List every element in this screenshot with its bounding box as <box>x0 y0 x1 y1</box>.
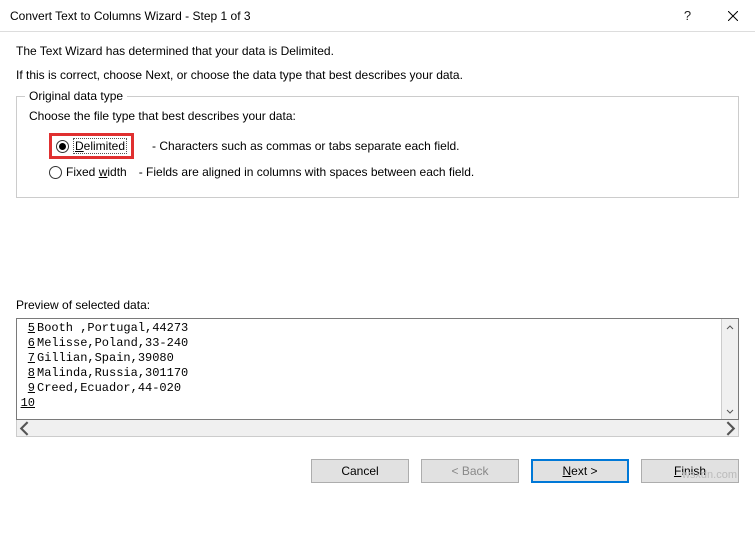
back-button[interactable]: < Back <box>421 459 519 483</box>
preview-line: 6Melisse,Poland,33-240 <box>17 336 721 351</box>
chevron-down-icon <box>726 407 734 415</box>
fixed-width-row: Fixed width - Fields are aligned in colu… <box>49 165 726 179</box>
preview-line-number: 5 <box>17 321 37 336</box>
close-button[interactable] <box>710 0 755 32</box>
scroll-right-button[interactable] <box>721 420 738 436</box>
preview-line-number: 10 <box>17 396 37 411</box>
next-button[interactable]: Next > <box>531 459 629 483</box>
vertical-scrollbar[interactable] <box>721 319 738 419</box>
intro-text-1: The Text Wizard has determined that your… <box>16 44 739 58</box>
intro-text-2: If this is correct, choose Next, or choo… <box>16 68 739 82</box>
delimited-desc: - Characters such as commas or tabs sepa… <box>152 139 459 153</box>
horizontal-scrollbar[interactable] <box>16 420 739 437</box>
scroll-up-button[interactable] <box>722 319 738 336</box>
preview-line: 9Creed,Ecuador,44-020 <box>17 381 721 396</box>
preview-line: 5Booth ,Portugal,44273 <box>17 321 721 336</box>
preview-line: 10 <box>17 396 721 411</box>
preview-line-text: Gillian,Spain,39080 <box>37 351 174 366</box>
fixed-width-desc: - Fields are aligned in columns with spa… <box>139 165 475 179</box>
fixed-width-radio[interactable] <box>49 166 62 179</box>
preview-line-number: 6 <box>17 336 37 351</box>
group-label: Original data type <box>25 89 127 103</box>
chevron-right-icon <box>721 420 738 437</box>
delimited-label[interactable]: Delimited <box>73 138 127 154</box>
delimited-highlight: Delimited <box>49 133 134 159</box>
preview-line-number: 9 <box>17 381 37 396</box>
delimited-row: Delimited - Characters such as commas or… <box>49 133 726 159</box>
original-data-type-group: Original data type Choose the file type … <box>16 96 739 198</box>
scroll-down-button[interactable] <box>722 402 738 419</box>
titlebar: Convert Text to Columns Wizard - Step 1 … <box>0 0 755 32</box>
preview-label: Preview of selected data: <box>16 298 739 312</box>
button-bar: Cancel < Back Next > Finish <box>0 447 755 483</box>
preview-content: 5Booth ,Portugal,442736Melisse,Poland,33… <box>17 319 721 419</box>
preview-line-text: Melisse,Poland,33-240 <box>37 336 188 351</box>
watermark: wsxdn.com <box>682 469 737 481</box>
preview-line: 8Malinda,Russia,301170 <box>17 366 721 381</box>
chevron-up-icon <box>726 324 734 332</box>
delimited-radio[interactable] <box>56 140 69 153</box>
scroll-left-button[interactable] <box>17 420 34 436</box>
preview-line-text: Booth ,Portugal,44273 <box>37 321 188 336</box>
help-button[interactable]: ? <box>665 0 710 32</box>
chevron-left-icon <box>17 420 34 437</box>
window-title: Convert Text to Columns Wizard - Step 1 … <box>10 9 665 23</box>
preview-line-text: Malinda,Russia,301170 <box>37 366 188 381</box>
cancel-button[interactable]: Cancel <box>311 459 409 483</box>
radio-selected-dot <box>59 143 66 150</box>
preview-line-number: 7 <box>17 351 37 366</box>
preview-line-number: 8 <box>17 366 37 381</box>
fixed-width-label[interactable]: Fixed width <box>66 165 127 179</box>
close-icon <box>728 11 738 21</box>
group-subtext: Choose the file type that best describes… <box>29 109 726 123</box>
content-area: The Text Wizard has determined that your… <box>0 32 755 437</box>
preview-line: 7Gillian,Spain,39080 <box>17 351 721 366</box>
preview-line-text: Creed,Ecuador,44-020 <box>37 381 181 396</box>
preview-box: 5Booth ,Portugal,442736Melisse,Poland,33… <box>16 318 739 420</box>
scroll-track[interactable] <box>722 336 738 402</box>
hscroll-track[interactable] <box>34 420 721 436</box>
